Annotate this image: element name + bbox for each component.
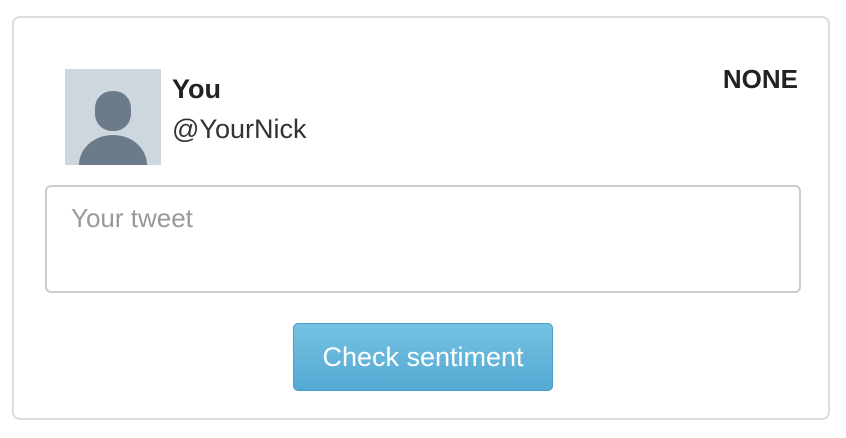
tweet-card: You @YourNick NONE Check sentiment: [12, 16, 830, 420]
check-sentiment-button[interactable]: Check sentiment: [293, 323, 553, 391]
user-name: You: [172, 74, 221, 104]
sentiment-result: NONE: [722, 64, 798, 94]
default-user-avatar-icon: [79, 91, 147, 165]
tweet-input[interactable]: [45, 185, 801, 293]
user-handle: @YourNick: [172, 114, 307, 144]
avatar: [65, 69, 161, 165]
